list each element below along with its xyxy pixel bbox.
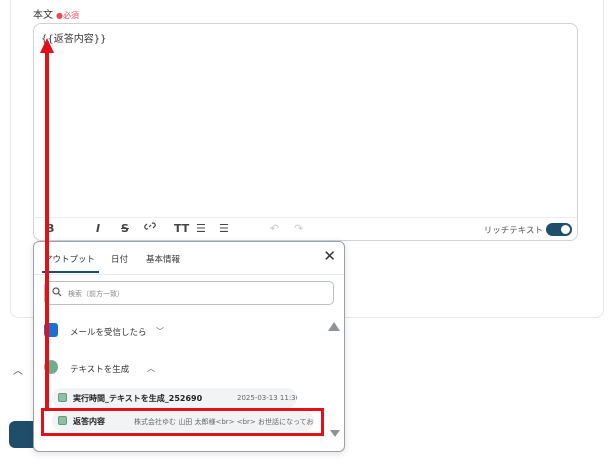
ai-icon [58,393,67,402]
search-box[interactable] [44,281,334,305]
scroll-down-arrow[interactable] [330,430,340,437]
scroll-up-arrow[interactable] [328,322,340,331]
rich-text-label: リッチテキスト [483,226,543,236]
group-label: テキストを生成 [70,365,130,375]
tab-basic-info[interactable]: 基本情報 [146,253,180,265]
item-value: 2025-03-13 11:30 [237,394,297,402]
italic-button[interactable]: I [96,222,100,235]
tab-output[interactable]: アウトプット [44,253,95,265]
numbered-list-icon[interactable]: ☰ [219,222,229,235]
required-mark: ●必須 [56,11,79,20]
search-input[interactable] [66,285,330,303]
body-field-label-text: 本文 [33,10,53,21]
annotation-arrow-head [40,38,54,53]
chevron-up-icon[interactable]: ︿ [147,363,155,374]
body-editor[interactable]: {{返答内容}} B I S TT ☰ ☰ ↶ ↷ リッチテキスト [33,23,578,241]
tab-date[interactable]: 日付 [111,253,128,265]
link-icon[interactable] [144,220,156,235]
close-icon[interactable]: ✕ [323,247,336,265]
rich-text-toggle[interactable] [546,223,572,236]
annotation-highlight-box [41,408,324,436]
list-item[interactable]: 実行時間_テキストを生成_252690 2025-03-13 11:30 [52,388,297,408]
strikethrough-button[interactable]: S [121,222,129,235]
active-tab-indicator [42,271,99,273]
redo-icon[interactable]: ↷ [294,222,303,235]
bullet-list-icon[interactable]: ☰ [196,222,206,235]
body-field-label: 本文 ●必須 [33,6,79,21]
picker-tabs: アウトプット 日付 基本情報 ✕ [34,242,344,275]
text-size-icon[interactable]: TT [174,222,189,235]
search-icon [52,287,62,297]
chevron-up-icon[interactable]: ︿ [13,362,23,377]
undo-icon[interactable]: ↶ [270,222,279,235]
group-label: メールを受信したら [70,328,147,338]
annotation-arrow-line [45,52,49,410]
editor-toolbar: B I S TT ☰ ☰ ↶ ↷ リッチテキスト [34,217,577,242]
chevron-down-icon[interactable]: ﹀ [156,326,164,337]
item-name: 実行時間_テキストを生成_252690 [73,394,203,403]
